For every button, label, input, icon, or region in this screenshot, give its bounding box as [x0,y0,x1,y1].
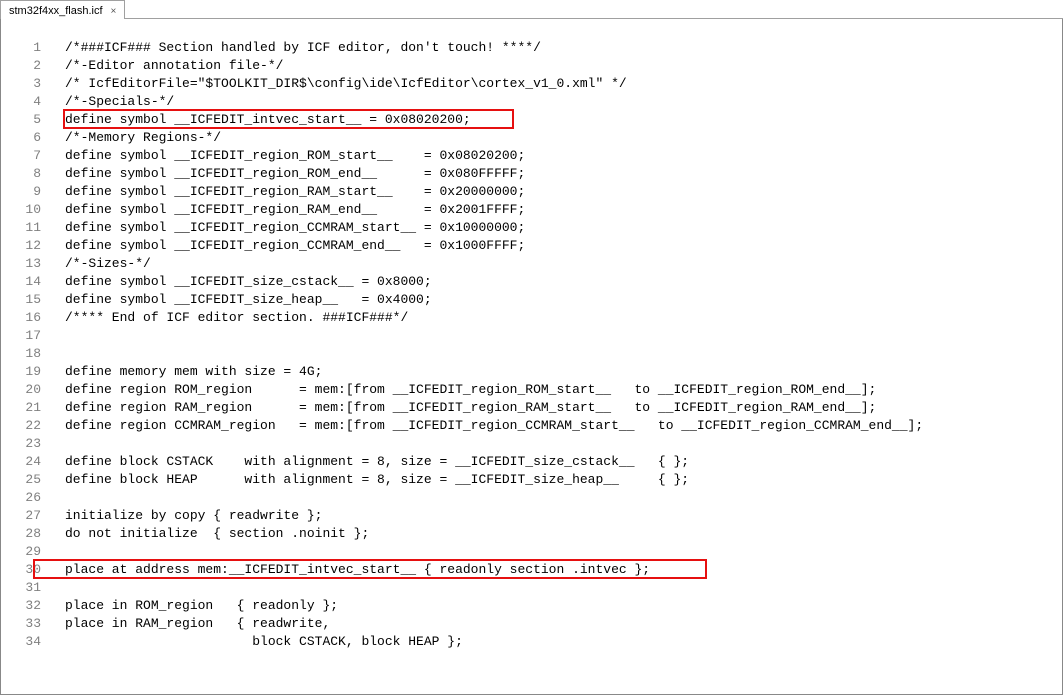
code-line: define symbol __ICFEDIT_region_RAM_start… [53,183,1062,201]
code-line: define memory mem with size = 4G; [53,363,1062,381]
line-number: 4 [1,93,41,111]
line-number: 22 [1,417,41,435]
line-number: 9 [1,183,41,201]
line-number: 18 [1,345,41,363]
code-line: place in RAM_region { readwrite, [53,615,1062,633]
code-line: /**** End of ICF editor section. ###ICF#… [53,309,1062,327]
code-line: initialize by copy { readwrite }; [53,507,1062,525]
line-number: 25 [1,471,41,489]
code-line: define region RAM_region = mem:[from __I… [53,399,1062,417]
line-number: 10 [1,201,41,219]
code-area[interactable]: /*###ICF### Section handled by ICF edito… [53,19,1062,694]
code-line: do not initialize { section .noinit }; [53,525,1062,543]
code-line: define symbol __ICFEDIT_region_CCMRAM_st… [53,219,1062,237]
close-icon[interactable]: × [109,6,119,17]
line-number: 6 [1,129,41,147]
code-line: define symbol __ICFEDIT_size_cstack__ = … [53,273,1062,291]
code-line: /*###ICF### Section handled by ICF edito… [53,39,1062,57]
line-number: 17 [1,327,41,345]
line-number: 34 [1,633,41,651]
line-number: 24 [1,453,41,471]
line-number: 30 [1,561,41,579]
editor-tab-active[interactable]: stm32f4xx_flash.icf × [0,0,125,19]
code-line: place at address mem:__ICFEDIT_intvec_st… [53,561,1062,579]
code-line [53,579,1062,597]
tab-title: stm32f4xx_flash.icf [9,5,103,17]
line-number: 31 [1,579,41,597]
line-number: 15 [1,291,41,309]
line-number: 13 [1,255,41,273]
line-number: 20 [1,381,41,399]
code-line: /*-Editor annotation file-*/ [53,57,1062,75]
line-number: 33 [1,615,41,633]
line-number-gutter: 1 2 3 4 5 6 7 8 9 10 11 12 13 14 15 16 1… [1,19,53,694]
code-line: define block HEAP with alignment = 8, si… [53,471,1062,489]
code-line: define symbol __ICFEDIT_region_ROM_end__… [53,165,1062,183]
code-line: /* IcfEditorFile="$TOOLKIT_DIR$\config\i… [53,75,1062,93]
tab-bar: stm32f4xx_flash.icf × [0,0,1063,19]
line-number: 7 [1,147,41,165]
line-number: 2 [1,57,41,75]
code-editor[interactable]: 1 2 3 4 5 6 7 8 9 10 11 12 13 14 15 16 1… [0,19,1063,695]
code-line [53,543,1062,561]
code-line: define symbol __ICFEDIT_intvec_start__ =… [53,111,1062,129]
code-line: define symbol __ICFEDIT_region_ROM_start… [53,147,1062,165]
code-line: define symbol __ICFEDIT_size_heap__ = 0x… [53,291,1062,309]
code-line: define region CCMRAM_region = mem:[from … [53,417,1062,435]
code-line: /*-Memory Regions-*/ [53,129,1062,147]
line-number: 32 [1,597,41,615]
line-number: 16 [1,309,41,327]
line-number: 29 [1,543,41,561]
line-number: 21 [1,399,41,417]
line-number: 19 [1,363,41,381]
code-line: place in ROM_region { readonly }; [53,597,1062,615]
line-number: 27 [1,507,41,525]
code-line: define symbol __ICFEDIT_region_CCMRAM_en… [53,237,1062,255]
line-number: 14 [1,273,41,291]
code-line: /*-Specials-*/ [53,93,1062,111]
line-number: 3 [1,75,41,93]
line-number: 26 [1,489,41,507]
code-line: /*-Sizes-*/ [53,255,1062,273]
line-number: 1 [1,39,41,57]
code-line: define symbol __ICFEDIT_region_RAM_end__… [53,201,1062,219]
line-number: 12 [1,237,41,255]
line-number: 28 [1,525,41,543]
code-line [53,345,1062,363]
code-line [53,435,1062,453]
code-line: block CSTACK, block HEAP }; [53,633,1062,651]
code-line [53,327,1062,345]
line-number: 8 [1,165,41,183]
line-number: 5 [1,111,41,129]
code-line: define block CSTACK with alignment = 8, … [53,453,1062,471]
code-line: define region ROM_region = mem:[from __I… [53,381,1062,399]
line-number: 11 [1,219,41,237]
code-line [53,489,1062,507]
line-number: 23 [1,435,41,453]
